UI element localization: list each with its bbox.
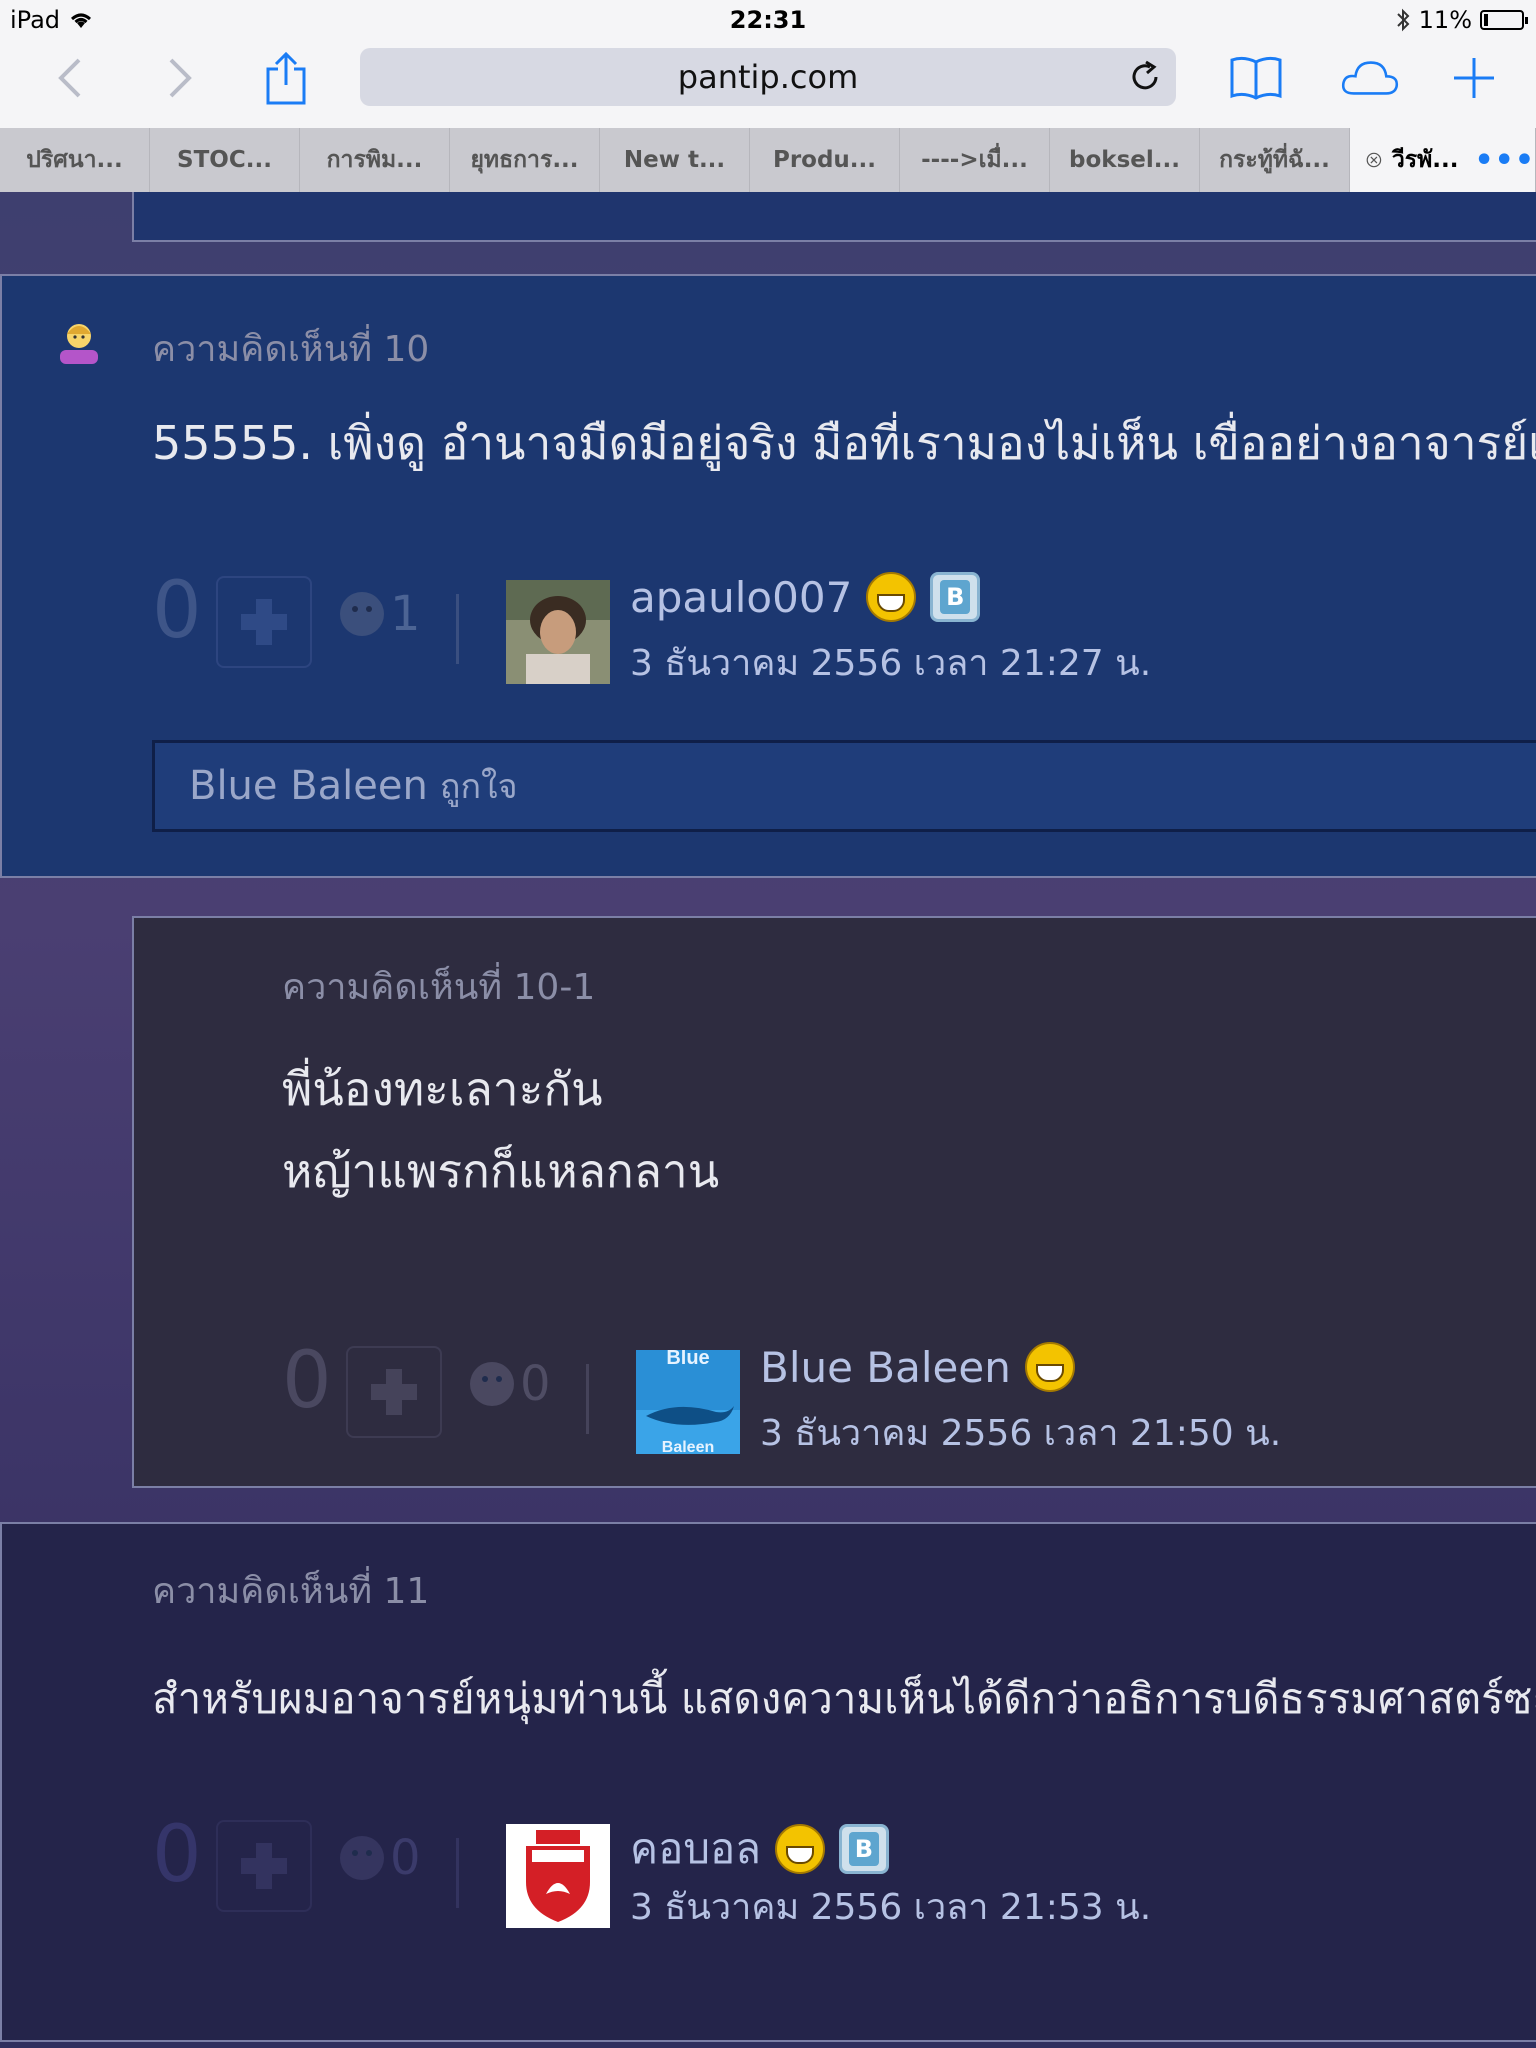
book-icon <box>1230 56 1282 100</box>
status-time: 22:31 <box>729 6 807 34</box>
comment-body-line: 55555. เพิ่งดู อำนาจมืดมีอยู่จริง มือที่… <box>152 416 1536 470</box>
back-button[interactable] <box>40 48 100 108</box>
author-name[interactable]: Blue Baleen <box>760 1343 1011 1392</box>
comment-heading: ความคิดเห็นที่ 10-1 <box>282 967 596 1008</box>
author-name[interactable]: apaulo007 <box>630 573 852 622</box>
author-line: apaulo007 B <box>630 572 981 622</box>
tab-active[interactable]: วีรพั... ••• <box>1350 128 1536 192</box>
author-line: Blue Baleen <box>760 1342 1075 1392</box>
comment-body-line: สำหรับผมอาจารย์หนุ่มท่านนี้ แสดงความเห็น… <box>152 1674 1536 1723</box>
tab-1[interactable]: ปริศนา... <box>0 128 150 192</box>
emotion-face-icon <box>340 592 384 636</box>
svg-text:Blue: Blue <box>666 1350 709 1369</box>
tab-6[interactable]: Produ... <box>750 128 900 192</box>
member-badge-icon: B <box>930 572 981 622</box>
tab-5[interactable]: New t... <box>600 128 750 192</box>
avatar-whale-image: Blue Baleen <box>636 1350 740 1454</box>
chevron-right-icon <box>169 58 192 98</box>
vote-count: 0 <box>152 566 202 656</box>
more-tabs-button[interactable]: ••• <box>1474 143 1535 178</box>
icloud-tabs-button[interactable] <box>1340 48 1400 108</box>
tab-2[interactable]: STOC... <box>150 128 300 192</box>
forward-button[interactable] <box>150 48 210 108</box>
comment-list: ความคิดเห็นที่ 10 55555. เพิ่งดู อำนาจมื… <box>0 192 1536 2048</box>
avatar[interactable]: Blue Baleen <box>636 1350 740 1454</box>
member-badge-icon: B <box>838 1824 889 1874</box>
laugh-emoji-icon <box>866 572 917 622</box>
comment-card-10-1: ความคิดเห็นที่ 10-1 พี่น้องทะเลาะกัน หญ้… <box>132 916 1536 1488</box>
divider <box>456 1838 459 1908</box>
url-text: pantip.com <box>677 58 859 96</box>
tab-8[interactable]: boksel... <box>1050 128 1200 192</box>
share-icon <box>266 51 306 105</box>
comment-card-10: ความคิดเห็นที่ 10 55555. เพิ่งดู อำนาจมื… <box>0 274 1536 878</box>
laugh-emoji-icon <box>1024 1342 1075 1392</box>
tab-7[interactable]: ---->เมื่... <box>900 128 1050 192</box>
emotion-count: 0 <box>520 1356 551 1412</box>
status-right: 11% <box>1395 6 1528 34</box>
address-bar[interactable]: pantip.com <box>360 48 1176 106</box>
tab-3[interactable]: การพิม... <box>300 128 450 192</box>
reload-icon[interactable] <box>1128 60 1162 94</box>
emotion-face-icon <box>340 1836 384 1880</box>
close-tab-icon[interactable] <box>1366 147 1382 173</box>
vote-plus-button[interactable] <box>216 1820 312 1912</box>
plus-icon <box>1454 58 1494 98</box>
new-tab-button[interactable] <box>1444 48 1504 108</box>
timestamp: 3 ธันวาคม 2556 เวลา 21:53 น. <box>630 1887 1152 1928</box>
share-button[interactable] <box>256 48 316 108</box>
browser-chrome: iPad 22:31 11% pantip.com <box>0 0 1536 128</box>
chevron-left-icon <box>58 58 81 98</box>
laugh-emoji-icon <box>774 1824 825 1874</box>
status-bar: iPad 22:31 11% <box>0 0 1536 40</box>
vote-plus-button[interactable] <box>216 576 312 668</box>
avatar[interactable] <box>506 580 610 684</box>
battery-icon <box>1480 10 1528 30</box>
plus-icon <box>241 599 287 645</box>
vote-count: 0 <box>282 1336 332 1426</box>
user-icon <box>60 324 98 364</box>
author-name[interactable]: คอบอล <box>630 1816 761 1882</box>
comment-heading: ความคิดเห็นที่ 11 <box>152 1571 430 1612</box>
avatar-photo <box>506 580 610 684</box>
emotion-counter[interactable]: 1 <box>340 586 421 642</box>
comment-body-line: หญ้าแพรกก็แหลกลาน <box>282 1144 720 1198</box>
avatar[interactable] <box>506 1824 610 1928</box>
liverpool-crest-image <box>506 1824 610 1928</box>
liked-label: ถูกใจ <box>439 767 518 807</box>
plus-icon <box>371 1369 417 1415</box>
battery-fill <box>1484 14 1488 26</box>
plus-icon <box>241 1843 287 1889</box>
author-line: คอบอล B <box>630 1816 889 1882</box>
tab-bar: ปริศนา... STOC... การพิม... ยุทธการ... N… <box>0 128 1536 192</box>
divider <box>456 594 459 664</box>
previous-comment-fragment <box>132 192 1536 242</box>
comment-body-line: พี่น้องทะเลาะกัน <box>282 1062 603 1116</box>
emotion-count: 0 <box>390 1830 421 1886</box>
timestamp: 3 ธันวาคม 2556 เวลา 21:50 น. <box>760 1413 1282 1454</box>
toolbar: pantip.com <box>0 40 1536 116</box>
bluetooth-icon <box>1396 8 1410 32</box>
emotion-count: 1 <box>390 586 421 642</box>
tab-4[interactable]: ยุทธการ... <box>450 128 600 192</box>
comment-heading: ความคิดเห็นที่ 10 <box>152 329 430 370</box>
timestamp: 3 ธันวาคม 2556 เวลา 21:27 น. <box>630 643 1152 684</box>
emotion-face-icon <box>470 1362 514 1406</box>
liked-by-user[interactable]: Blue Baleen <box>189 763 428 809</box>
divider <box>586 1364 589 1434</box>
active-tab-label: วีรพั... <box>1391 147 1459 173</box>
emotion-counter[interactable]: 0 <box>340 1830 421 1886</box>
battery-percent: 11% <box>1418 6 1472 34</box>
svg-text:Baleen: Baleen <box>662 1439 714 1454</box>
emotion-counter[interactable]: 0 <box>470 1356 551 1412</box>
cloud-icon <box>1341 61 1399 95</box>
tab-9[interactable]: กระทู้ที่ฉั... <box>1200 128 1350 192</box>
vote-count: 0 <box>152 1810 202 1900</box>
likes-box: Blue Baleen ถูกใจ <box>152 740 1536 832</box>
vote-plus-button[interactable] <box>346 1346 442 1438</box>
comment-card-11: ความคิดเห็นที่ 11 สำหรับผมอาจารย์หนุ่มท่… <box>0 1522 1536 2042</box>
bookmarks-button[interactable] <box>1226 48 1286 108</box>
